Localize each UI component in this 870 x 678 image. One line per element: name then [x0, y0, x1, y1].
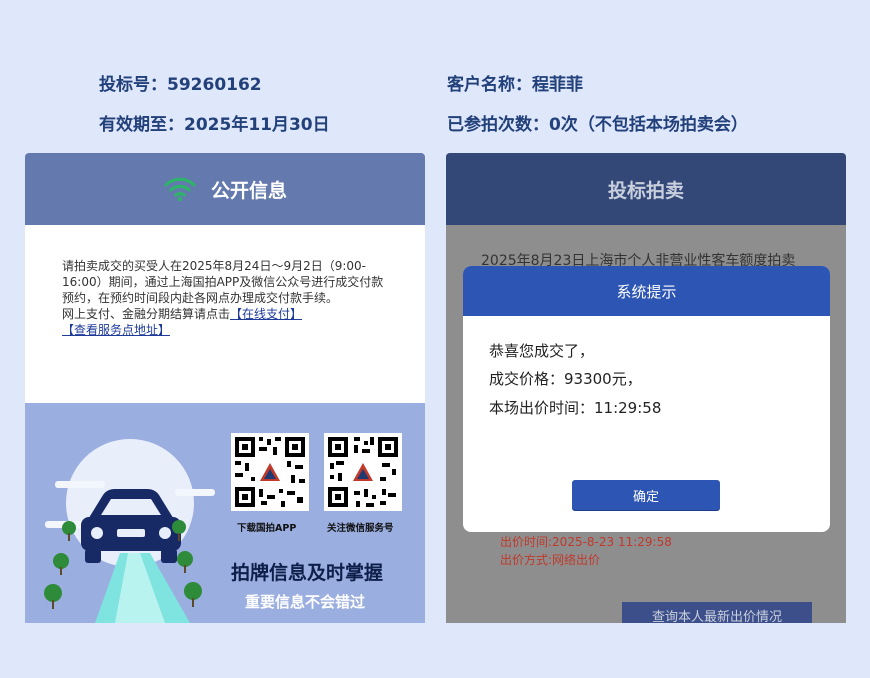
customer-name: 客户名称：程菲菲 — [447, 75, 583, 95]
bid-number: 投标号：59260162 — [99, 75, 262, 95]
bid-time: 出价时间:2025-8-23 11:29:58 — [500, 535, 672, 549]
auction-title: 投标拍卖 — [607, 179, 684, 202]
wechat-qr-code — [324, 433, 402, 511]
public-info-card: 公开信息 请拍卖成交的买受人在2025年8月24日～9月2日（9:00-16:0… — [25, 153, 425, 623]
promo-slogan-main: 拍牌信息及时掌握 — [231, 562, 384, 584]
app-qr-code — [231, 433, 309, 511]
public-info-title: 公开信息 — [210, 179, 287, 202]
system-prompt-dialog: 系统提示 恭喜您成交了， 成交价格：93300元， 本场出价时间：11:29:5… — [463, 266, 830, 532]
service-address-link[interactable]: 【查看服务点地址】 — [62, 323, 170, 337]
auction-header: 投标拍卖 — [446, 153, 846, 225]
query-latest-bid-button[interactable]: 查询本人最新出价情况 — [622, 602, 812, 623]
dialog-title: 系统提示 — [463, 266, 830, 316]
valid-until: 有效期至：2025年11月30日 — [99, 115, 330, 135]
bid-method: 出价方式:网络出价 — [500, 553, 601, 567]
public-info-header: 公开信息 — [25, 153, 425, 225]
dialog-bid-time: 本场出价时间：11:29:58 — [489, 399, 662, 417]
dialog-congrats: 恭喜您成交了， — [489, 342, 595, 360]
promo-slogan-sub: 重要信息不会错过 — [245, 593, 366, 611]
online-pay-link[interactable]: 【在线支付】 — [230, 307, 302, 321]
wechat-qr-label: 关注微信服务号 — [327, 523, 394, 534]
app-qr-label: 下载国拍APP — [237, 523, 297, 534]
promo-banner: 下载国拍APP 关注微信服务号 拍牌信息及时掌握 重要信息不会错过 — [25, 403, 425, 623]
attempt-count: 已参拍次数：0次（不包括本场拍卖会） — [447, 115, 748, 135]
notice-body: 请拍卖成交的买受人在2025年8月24日～9月2日（9:00-16:00）期间，… — [62, 259, 384, 305]
confirm-button[interactable]: 确定 — [572, 480, 720, 510]
pay-prefix: 网上支付、金融分期结算请点击 — [62, 307, 231, 321]
wifi-icon — [163, 176, 197, 202]
car-illustration — [44, 439, 215, 623]
dialog-price: 成交价格：93300元， — [489, 370, 642, 388]
payment-notice: 请拍卖成交的买受人在2025年8月24日～9月2日（9:00-16:00）期间，… — [62, 258, 392, 338]
